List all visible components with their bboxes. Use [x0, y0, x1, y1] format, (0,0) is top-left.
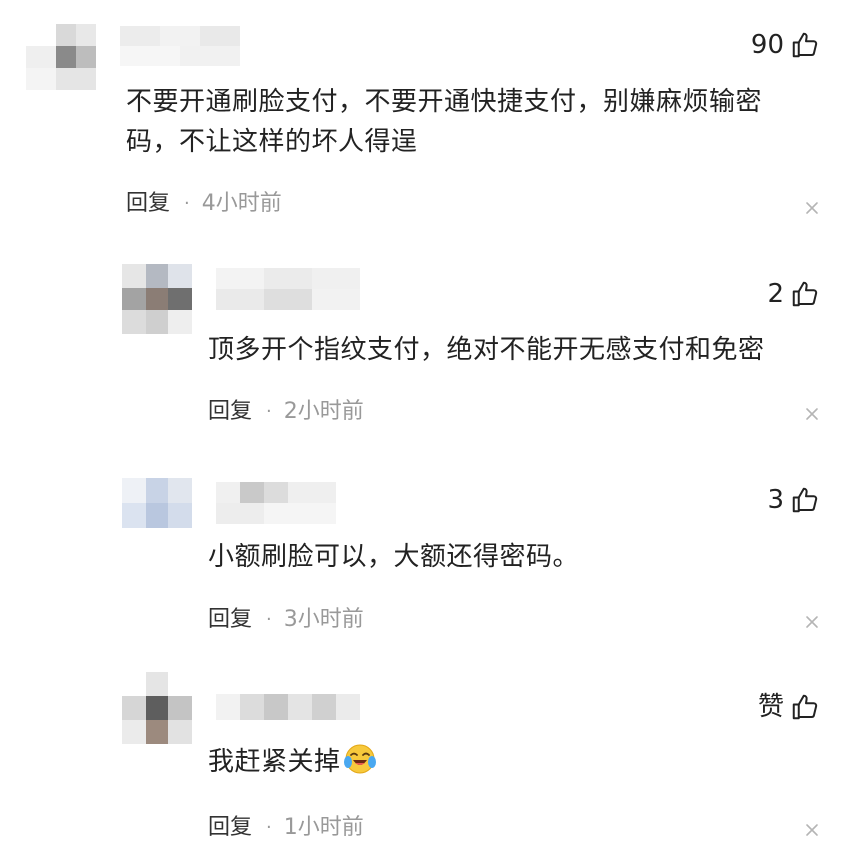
comment-meta: 回复 · 3小时前: [208, 605, 364, 635]
username[interactable]: [216, 694, 360, 720]
avatar[interactable]: [122, 264, 192, 334]
timestamp: 1小时前: [283, 815, 364, 840]
thumbs-up-icon: [792, 694, 818, 720]
comment-text: 小额刷脸可以，大额还得密码。: [208, 542, 580, 572]
like-button[interactable]: 赞: [758, 692, 820, 722]
reply-button[interactable]: 回复: [208, 397, 252, 427]
like-button[interactable]: 3: [767, 485, 820, 515]
timestamp: 2小时前: [283, 399, 364, 424]
like-button[interactable]: 90: [751, 30, 820, 60]
close-button[interactable]: [804, 200, 820, 216]
comment-text: 顶多开个指纹支付，绝对不能开无感支付和免密: [208, 335, 765, 365]
like-count: 3: [767, 485, 784, 515]
separator: ·: [266, 817, 272, 838]
comment-thread: 90 不要开通刷脸支付，不要开通快捷支付，别嫌麻烦输密 码，不让这样的坏人得逞 …: [0, 0, 866, 868]
like-button[interactable]: 2: [767, 279, 820, 309]
timestamp: 3小时前: [283, 607, 364, 632]
thumbs-up-icon: [792, 487, 818, 513]
reply-button[interactable]: 回复: [126, 189, 170, 219]
timestamp: 4小时前: [201, 191, 282, 216]
like-count: 90: [750, 30, 784, 60]
avatar[interactable]: [26, 24, 96, 90]
separator: ·: [266, 401, 272, 422]
crying-laughing-emoji-icon: [343, 744, 376, 774]
comment-meta: 回复 · 4小时前: [126, 189, 282, 219]
close-button[interactable]: [804, 406, 820, 422]
avatar[interactable]: [122, 478, 192, 528]
comment-meta: 回复 · 1小时前: [208, 813, 364, 843]
avatar[interactable]: [122, 672, 192, 744]
close-icon: [806, 408, 818, 420]
username[interactable]: [120, 26, 240, 66]
separator: ·: [184, 193, 190, 214]
username[interactable]: [216, 482, 336, 524]
comment-text: 不要开通刷脸支付，不要开通快捷支付，别嫌麻烦输密 码，不让这样的坏人得逞: [126, 87, 763, 157]
close-icon: [806, 616, 818, 628]
thumbs-up-icon: [792, 281, 818, 307]
like-label: 赞: [757, 692, 784, 722]
close-icon: [806, 202, 818, 214]
close-button[interactable]: [804, 822, 820, 838]
comment-meta: 回复 · 2小时前: [208, 397, 364, 427]
separator: ·: [266, 609, 272, 630]
close-icon: [806, 824, 818, 836]
thumbs-up-icon: [792, 32, 818, 58]
comment-text: 我赶紧关掉: [208, 742, 828, 782]
reply-button[interactable]: 回复: [208, 813, 252, 843]
close-button[interactable]: [804, 614, 820, 630]
reply-button[interactable]: 回复: [208, 605, 252, 635]
like-count: 2: [767, 279, 784, 309]
username[interactable]: [216, 268, 360, 310]
